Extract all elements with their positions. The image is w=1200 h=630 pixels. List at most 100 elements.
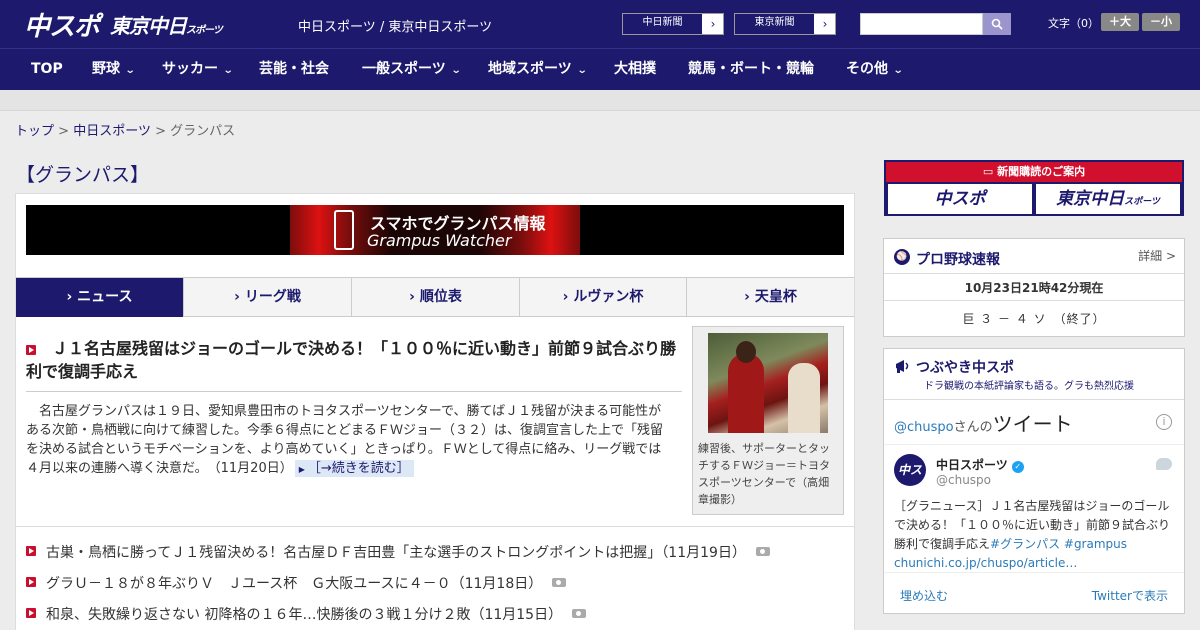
tab-label: リーグ戦 (244, 289, 301, 305)
nav-label: 芸能・社会 (259, 61, 329, 77)
timeline-suffix: さんの (953, 420, 993, 435)
breadcrumb-sep: > (58, 124, 70, 139)
nav-label: その他 (846, 61, 888, 77)
tweet-account-name[interactable]: 中日スポーツ ✓ (936, 456, 1024, 473)
tab-prefix: › (66, 289, 78, 305)
tweet-link[interactable]: chunichi.co.jp/chuspo/article… (894, 556, 1077, 570)
search-icon (991, 18, 1003, 30)
nav-item-sumo[interactable]: 大相撲 (614, 49, 656, 91)
nav-item-other[interactable]: その他 ⌄ (846, 49, 904, 91)
font-smaller-button[interactable]: －小 (1142, 13, 1180, 31)
bullet-icon (26, 546, 36, 556)
tab-label: ルヴァン杯 (573, 289, 644, 305)
search-button[interactable] (983, 13, 1011, 35)
score-timestamp: 10月23日21時42分現在 (964, 281, 1104, 295)
nav-label: 競馬・ボート・競輪 (688, 61, 814, 77)
chuspo-logo[interactable]: 中スポ (24, 6, 100, 43)
subscription-box: ▭ 新聞購読のご案内 中スポ 東京中日スポーツ (884, 160, 1184, 216)
panel-divider (884, 300, 1184, 301)
tweet-account-handle[interactable]: @chuspo (936, 473, 991, 487)
grampus-watcher-banner[interactable]: スマホでグランパス情報 Grampus Watcher (26, 205, 844, 255)
nav-item-baseball[interactable]: 野球 ⌄ (92, 49, 136, 91)
timeline-handle[interactable]: @chuspo (894, 420, 954, 435)
lead-photo[interactable] (708, 333, 828, 433)
font-size-label: 文字（0） (1048, 17, 1099, 30)
ext-link-label: 中日新聞 (623, 14, 703, 34)
panel-divider (884, 273, 1184, 274)
breadcrumb-current: グランパス (170, 124, 236, 139)
nav-item-top[interactable]: TOP (31, 49, 63, 91)
nav-item-racing[interactable]: 競馬・ボート・競輪 (688, 49, 814, 91)
nav-label: 一般スポーツ (362, 61, 446, 77)
breadcrumb-sep: > (155, 124, 166, 139)
subscribe-chuspo-button[interactable]: 中スポ (888, 184, 1032, 214)
breadcrumb-home[interactable]: トップ (15, 124, 54, 139)
main-content: スマホでグランパス情報 Grampus Watcher › ニュース › リーグ… (15, 193, 855, 630)
tab-label: 天皇杯 (754, 289, 797, 305)
news-title: 和泉、失敗繰り返さない 初降格の１６年…快勝後の３戦１分け２敗 (46, 607, 471, 623)
read-more-link[interactable]: ［→続きを読む］ (294, 460, 414, 477)
photo-fan-shape (788, 363, 820, 433)
chunichi-shimbun-link[interactable]: 中日新聞 › (622, 13, 724, 35)
news-date: （11月15日） (470, 607, 563, 623)
baseball-detail-link[interactable]: 詳細 > (1138, 247, 1176, 264)
tokyo-chunichi-logo[interactable]: 東京中日スポーツ (110, 10, 223, 39)
bullet-icon (26, 608, 36, 618)
timeline-divider (884, 572, 1184, 573)
news-title: 古巣・鳥栖に勝ってＪ１残留決める！名古屋ＤＦ吉田豊「主な選手のストロングポイント… (46, 545, 662, 561)
smartphone-icon (334, 210, 354, 250)
lead-photo-box: 練習後、サポーターとタッチするＦＷジョー＝トヨタスポーツセンターで（高畑章撮影） (692, 326, 844, 515)
font-bigger-button[interactable]: ＋大 (1101, 13, 1139, 31)
headline-divider (26, 391, 682, 392)
avatar[interactable]: 中スポ (894, 454, 926, 509)
twitter-timeline: @chuspoさんのツイート i 中スポ 中日スポーツ ✓ @chuspo ［グラ… (884, 399, 1184, 613)
subscription-heading-text: 新聞購読のご案内 (997, 165, 1086, 178)
tokyo-shimbun-link[interactable]: 東京新聞 › (734, 13, 836, 35)
chevron-down-icon: ⌄ (892, 65, 904, 76)
chevron-right-icon: › (710, 17, 716, 31)
timeline-heading: ツイート (992, 412, 1073, 436)
chevron-down-icon: ⌄ (124, 65, 136, 76)
site-links[interactable]: 中日スポーツ / 東京中日スポーツ (298, 16, 492, 35)
tweet-body: ［グラニュース］Ｊ１名古屋残留はジョーのゴールで決める！「１００％に近い動き」前… (894, 497, 1174, 573)
twitter-bird-icon[interactable] (1156, 458, 1172, 470)
bullet-icon (26, 577, 36, 587)
tab-news[interactable]: › ニュース (16, 278, 184, 317)
camera-icon (552, 578, 567, 587)
score-line[interactable]: 巨 ３ － ４ ソ （終了） (884, 310, 1184, 327)
photo-caption: 練習後、サポーターとタッチするＦＷジョー＝トヨタスポーツセンターで（高畑章撮影） (698, 442, 830, 506)
tab-standings[interactable]: › 順位表 (352, 278, 520, 317)
baseball-panel-title: プロ野球速報 (916, 252, 1000, 268)
tweet-hashtags[interactable]: #グランパス #grampus (990, 537, 1127, 551)
tweet-account-name-text: 中日スポーツ (936, 458, 1008, 472)
search-input[interactable] (860, 13, 983, 35)
nav-item-general-sports[interactable]: 一般スポーツ ⌄ (362, 49, 462, 91)
lead-body: 名古屋グランパスは１９日、愛知県豊田市のトヨタスポーツセンターで、勝てばＪ１残留… (26, 402, 674, 479)
nav-label: 地域スポーツ (488, 61, 572, 77)
baseball-icon: ⚾ (894, 249, 910, 265)
tab-league[interactable]: › リーグ戦 (184, 278, 352, 317)
camera-icon (755, 547, 770, 556)
nav-item-entertainment[interactable]: 芸能・社会 (259, 49, 329, 91)
embed-link[interactable]: 埋め込む (900, 587, 948, 604)
header-bar: 中スポ 東京中日スポーツ 中日スポーツ / 東京中日スポーツ 中日新聞 › 東京… (0, 0, 1200, 48)
nav-label: 大相撲 (614, 61, 656, 77)
news-date: （11月18日） (450, 576, 543, 592)
subscribe-tokyo-chunichi-small: スポーツ (1124, 197, 1160, 207)
subscribe-tokyo-chunichi-button[interactable]: 東京中日スポーツ (1036, 184, 1180, 214)
chevron-down-icon: ⌄ (450, 65, 462, 76)
tab-emperors-cup[interactable]: › 天皇杯 (687, 278, 854, 317)
nav-item-soccer[interactable]: サッカー ⌄ (162, 49, 234, 91)
news-date: （11月19日） (661, 545, 746, 561)
nav-label: サッカー (162, 61, 218, 77)
news-title: グラＵ－１８が８年ぶりＶ Ｊユース杯 Ｇ大阪ユースに４－０ (46, 576, 451, 592)
nav-item-local-sports[interactable]: 地域スポーツ ⌄ (488, 49, 587, 91)
subscription-heading: ▭ 新聞購読のご案内 (886, 162, 1182, 182)
tab-levain-cup[interactable]: › ルヴァン杯 (520, 278, 687, 317)
tab-prefix: › (744, 289, 755, 305)
info-icon[interactable]: i (1156, 414, 1172, 430)
lead-date: （11月20日） (214, 461, 293, 476)
view-on-twitter-link[interactable]: Twitterで表示 (1092, 587, 1168, 604)
breadcrumb-section[interactable]: 中日スポーツ (73, 124, 151, 139)
lead-headline[interactable]: Ｊ１名古屋残留はジョーのゴールで決める！「１００％に近い動き」前節９試合ぶり勝利… (26, 337, 686, 383)
